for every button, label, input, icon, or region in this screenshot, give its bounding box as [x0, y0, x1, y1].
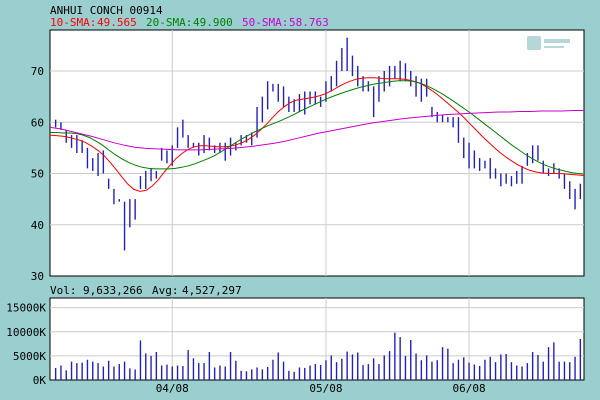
- volume-y-tick-label: 10000K: [6, 326, 46, 339]
- price-y-tick-label: 70: [31, 65, 44, 78]
- date-x-tick-label: 06/08: [452, 382, 485, 395]
- price-y-tick-label: 40: [31, 219, 44, 232]
- avg-volume-value: 4,527,297: [182, 284, 242, 297]
- volume-y-ticks: 0K 5000K 10000K 15000K: [6, 302, 46, 387]
- price-y-ticks: 30 40 50 60 70: [31, 65, 44, 283]
- volume-label: Vol:: [50, 284, 77, 297]
- avg-volume-label: Avg:: [152, 284, 179, 297]
- sma50-label: 50-SMA:: [242, 16, 288, 29]
- sma10-value: 49.565: [97, 16, 137, 29]
- volume-y-tick-label: 0K: [33, 374, 47, 387]
- date-x-tick-label: 05/08: [309, 382, 342, 395]
- price-y-tick-label: 30: [31, 270, 44, 283]
- volume-y-tick-label: 15000K: [6, 302, 46, 315]
- date-x-tick-label: 04/08: [156, 382, 189, 395]
- volume-value: 9,633,266: [83, 284, 143, 297]
- price-y-tick-label: 60: [31, 116, 44, 129]
- date-x-ticks: 04/0805/0806/0807/08: [156, 382, 486, 395]
- price-y-tick-label: 50: [31, 168, 44, 181]
- sma10-label: 10-SMA:: [50, 16, 96, 29]
- price-plot-area: [49, 29, 585, 277]
- sma20-value: 49.900: [193, 16, 233, 29]
- stock-chart: ANHUI CONCH 00914 10-SMA: 49.565 20-SMA:…: [6, 4, 585, 395]
- sma50-value: 58.763: [289, 16, 329, 29]
- volume-y-tick-label: 5000K: [13, 350, 46, 363]
- sma20-label: 20-SMA:: [146, 16, 192, 29]
- volume-plot-area: [49, 297, 585, 381]
